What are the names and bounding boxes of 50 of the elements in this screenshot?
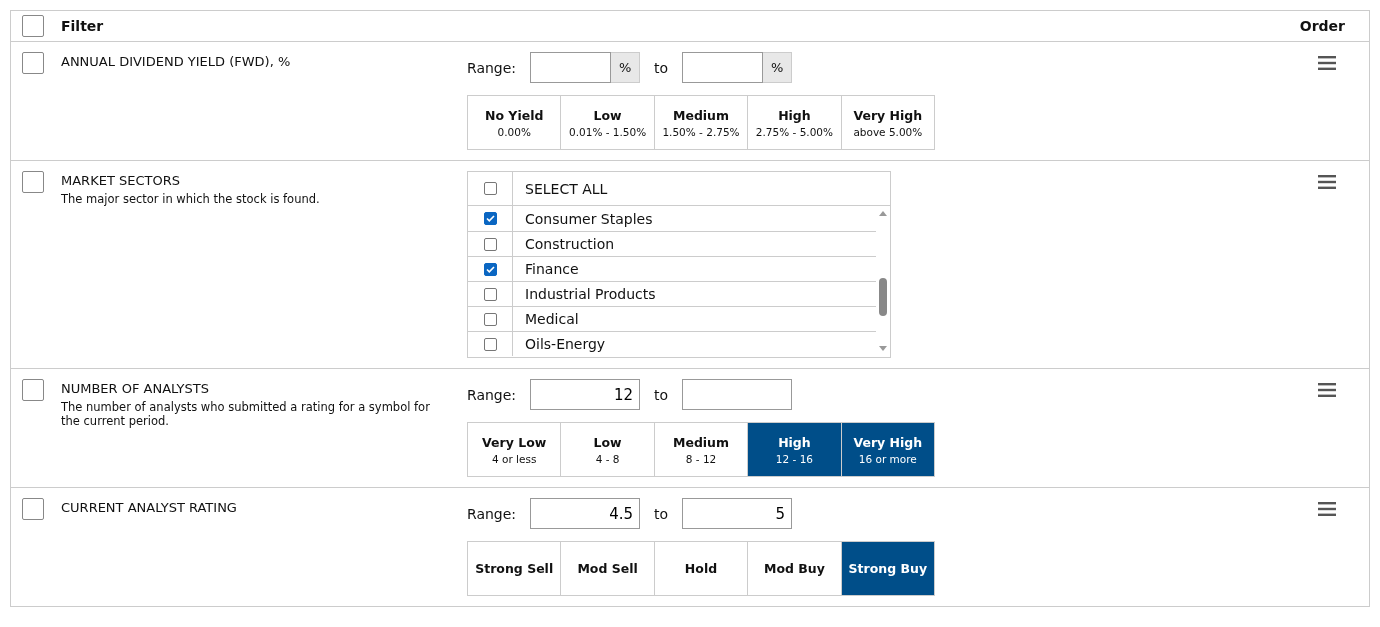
checkbox[interactable] [22,15,44,37]
checkbox[interactable] [483,212,497,225]
check-icon [485,264,495,274]
menu-icon[interactable] [1318,502,1336,516]
order-heading: Order [1299,18,1345,34]
checkbox[interactable] [22,171,44,193]
to-label: to [654,505,669,522]
range-option[interactable]: High 12 - 16 [747,423,841,476]
filter-title: MARKET SECTORS [61,173,181,188]
range-from-field[interactable]: 12 [530,379,641,410]
checkbox[interactable] [483,312,497,326]
range-label: Range: [467,59,517,76]
sector-label[interactable]: Construction [512,232,876,256]
menu-icon[interactable] [1318,175,1336,189]
range-from-field[interactable] [530,52,612,83]
range-from-field[interactable]: 4.5 [530,498,641,529]
checkbox[interactable] [483,262,497,276]
sector-label[interactable]: Oils-Energy [512,332,876,356]
filter-title: CURRENT ANALYST RATING [61,500,238,515]
select-all-label[interactable]: SELECT ALL [512,172,890,205]
range-to-field[interactable] [682,379,793,410]
checkbox[interactable] [483,337,497,351]
range-to-field[interactable] [682,52,764,83]
percent-suffix: % [611,52,641,83]
sector-label[interactable]: Medical [512,307,876,331]
checkbox[interactable] [483,287,497,301]
sector-label[interactable]: Finance [512,257,876,281]
filter-title: ANNUAL DIVIDEND YIELD (FWD), % [61,54,292,69]
to-label: to [654,386,669,403]
checkbox[interactable] [22,379,44,401]
range-label: Range: [467,505,517,522]
range-to-field[interactable]: 5 [682,498,793,529]
sector-label[interactable]: Industrial Products [512,282,876,306]
checkbox[interactable] [22,52,44,74]
to-label: to [654,59,669,76]
checkbox[interactable] [22,498,44,520]
range-option[interactable]: Very High 16 or more [840,423,935,476]
range-option[interactable]: Strong Buy [840,542,935,595]
checkbox[interactable] [483,237,497,251]
filter-description: The number of analysts who submitted a rating for a symbol for the current period. [61,400,431,428]
percent-suffix: % [763,52,793,83]
checkbox[interactable] [483,182,497,195]
filter-title: NUMBER OF ANALYSTS [61,381,210,396]
sector-label[interactable]: Consumer Staples [512,206,876,231]
filter-description: The major sector in which the stock is found. [61,192,321,206]
filter-heading: Filter [61,18,105,34]
check-icon [485,214,495,223]
range-label: Range: [467,386,517,403]
menu-icon[interactable] [1318,56,1336,70]
menu-icon[interactable] [1318,383,1336,397]
